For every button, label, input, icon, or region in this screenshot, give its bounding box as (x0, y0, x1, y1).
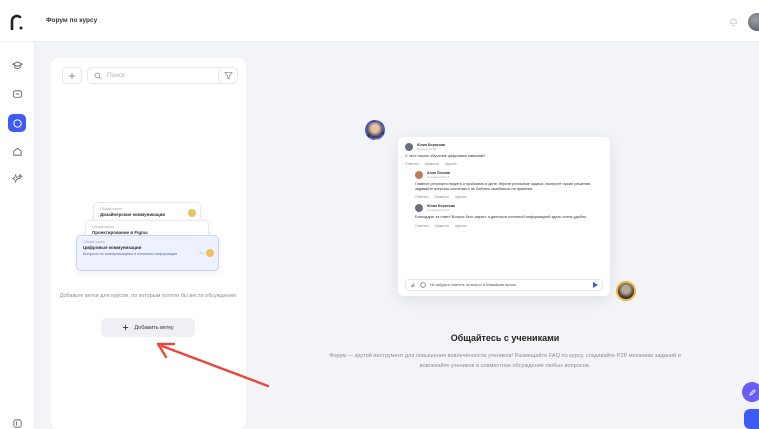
message: Юлия Борисова Сегодня в 10:40 (415, 204, 603, 213)
graduation-cap-icon (11, 60, 23, 69)
annotation-arrow (156, 342, 270, 388)
preview-card-meta: Общий канал (100, 207, 122, 211)
plus-icon (69, 72, 75, 79)
hero-description: Форум — крутой инструмент для повышения … (329, 353, 681, 369)
add-branch-button[interactable]: Добавить ветку (101, 318, 195, 337)
preview-card-time: 3 ч (199, 251, 204, 255)
filter-icon (223, 72, 233, 80)
message-avatar (415, 171, 423, 180)
message-text: Главное регулярно видеть и пробовать в д… (415, 182, 591, 192)
like-action[interactable]: Нравится (425, 162, 439, 166)
page-title: Форум по курсу (46, 17, 98, 24)
message-avatar (405, 143, 413, 151)
support-chat-button[interactable] (744, 409, 759, 429)
delete-action[interactable]: Удалить (445, 162, 457, 166)
preview-card-title: Цифровые коммуникации (83, 245, 142, 250)
rail-home-button[interactable] (8, 142, 26, 160)
reply-action[interactable]: Ответить (405, 162, 419, 166)
preview-card-desc: Вопросы по коммуникациям и полезная инфо… (83, 252, 178, 256)
icon-rail (0, 42, 35, 429)
delete-action[interactable]: Удалить (455, 224, 467, 228)
home-icon (12, 147, 22, 156)
like-action[interactable]: Нравится (435, 224, 449, 228)
preview-card-front: Общий канал Цифровые коммуникации Вопрос… (76, 235, 219, 271)
message: Юлия Борисова Вчера в 17:38 (405, 143, 603, 151)
like-action[interactable]: Нравится (435, 195, 449, 199)
student-avatar (365, 120, 385, 140)
message-actions: Ответить Нравится Удалить (415, 224, 603, 228)
logo-icon[interactable] (9, 14, 23, 30)
sparkles-icon (11, 173, 23, 183)
chat-preview: Юлия Борисова Вчера в 17:38 С чего начат… (398, 137, 610, 296)
preview-card-meta: Общий канал (83, 240, 105, 244)
message-time: Сегодня в 10:40 (427, 208, 450, 213)
top-bar: Форум по курсу (0, 0, 759, 42)
rail-forum-button[interactable] (8, 114, 26, 132)
preview-card-title: Дизайнерские коммуникации (100, 212, 166, 217)
pencil-icon (748, 388, 756, 396)
message-input[interactable]: Не забудьте ответить на вопрос в ближайш… (405, 279, 603, 291)
attach-icon (411, 283, 416, 288)
message-actions: Ответить Нравится Удалить (405, 162, 603, 166)
send-icon[interactable] (593, 282, 598, 288)
message-text: Благодарю за ответ! Вопрос был закрыт, а… (415, 215, 588, 220)
rail-ai-button[interactable] (8, 169, 26, 187)
plus-icon (123, 324, 129, 331)
search-icon (94, 72, 102, 79)
search-input[interactable]: Поиск (87, 67, 224, 84)
teacher-avatar (616, 281, 636, 301)
search-placeholder: Поиск (107, 72, 126, 79)
message-input-text: Не забудьте ответить на вопрос в ближайш… (430, 283, 516, 287)
emoji-icon (420, 282, 426, 288)
preview-avatar (206, 249, 214, 257)
assistant-button[interactable] (742, 382, 759, 402)
preview-card-meta: Общий канал (92, 225, 114, 229)
preview-avatar (188, 209, 196, 217)
rail-settings-button[interactable] (8, 414, 26, 429)
user-avatar[interactable] (748, 13, 759, 31)
message-actions: Ответить Нравится Удалить (415, 195, 603, 199)
message-text: С чего начать обучение цифровым навыкам? (405, 154, 486, 158)
reply-action[interactable]: Ответить (415, 224, 429, 228)
reply-thread: Алла Попова Сегодня в 10:14 Главное регу… (415, 171, 603, 228)
rail-courses-button[interactable] (8, 56, 26, 74)
add-branch-icon-button[interactable] (62, 67, 82, 84)
message-time: Вчера в 17:38 (417, 147, 437, 151)
add-branch-label: Добавить ветку (134, 324, 174, 331)
bell-icon[interactable] (729, 17, 738, 27)
delete-action[interactable]: Удалить (455, 195, 467, 199)
message: Алла Попова Сегодня в 10:14 (415, 171, 603, 180)
empty-state-text: Добавьте ветки для курсов, по которым хо… (59, 293, 238, 299)
rail-chat-button[interactable] (8, 85, 26, 103)
filter-button[interactable] (218, 67, 238, 84)
circle-icon (12, 118, 22, 128)
message-time: Сегодня в 10:14 (427, 175, 450, 180)
hero-title: Общайтесь с учениками (450, 333, 560, 343)
chat-icon (12, 89, 22, 98)
message-avatar (415, 204, 423, 213)
preview-card-back: Общий канал Дизайнерские коммуникации (93, 202, 201, 222)
settings-icon (12, 418, 22, 428)
reply-action[interactable]: Ответить (415, 195, 429, 199)
